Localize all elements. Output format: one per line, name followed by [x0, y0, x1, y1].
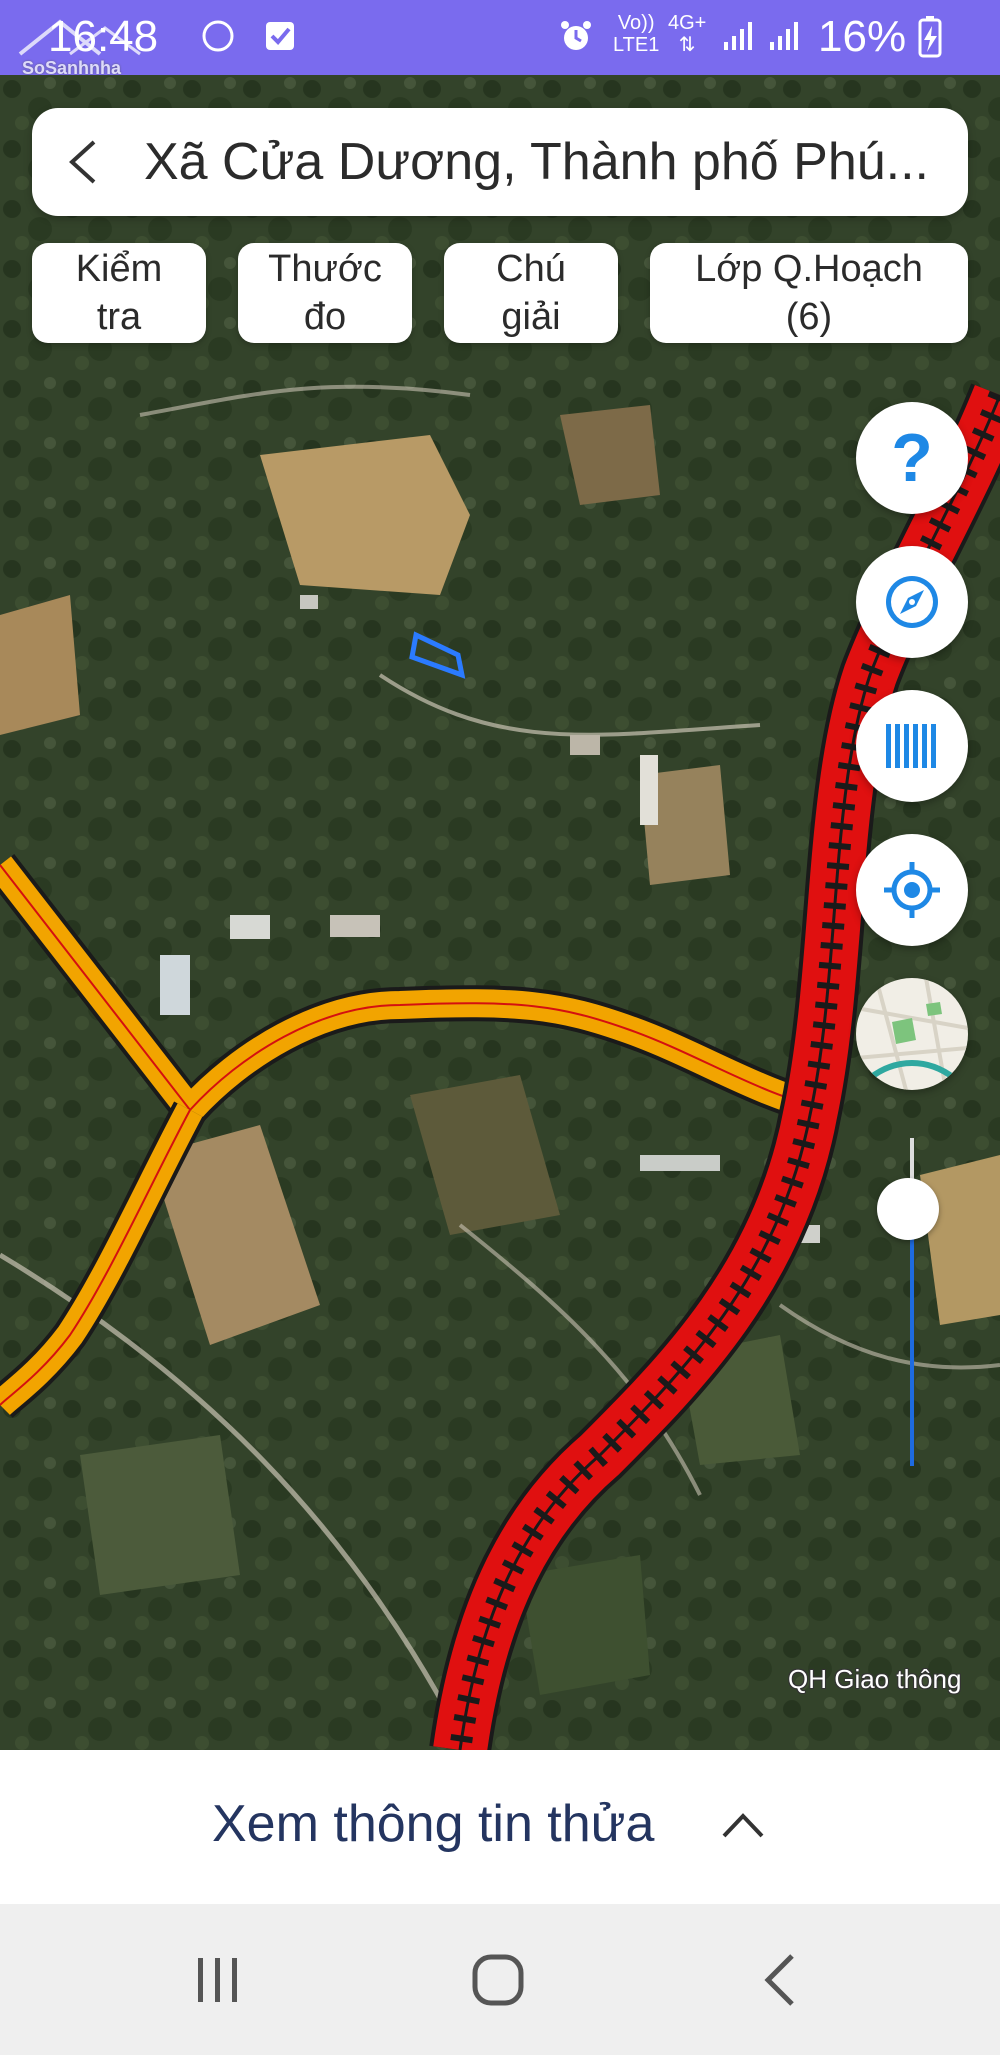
help-button[interactable]: ?	[856, 402, 968, 514]
location-title[interactable]: Xã Cửa Dương, Thành phố Phú...	[144, 108, 944, 216]
battery-charging-icon	[918, 16, 942, 58]
signal-icon-2	[770, 22, 798, 50]
ruler-button[interactable]: Thước đo	[238, 243, 412, 343]
zoom-slider-handle[interactable]	[877, 1178, 939, 1240]
planning-layers-button[interactable]: Lớp Q.Hoạch (6)	[650, 243, 968, 343]
my-location-button[interactable]	[856, 834, 968, 946]
circle-status-icon	[202, 20, 234, 52]
signal-icon-1	[724, 22, 752, 50]
planning-layers-label: Lớp Q.Hoạch (6)	[695, 248, 923, 338]
recent-apps-icon[interactable]	[188, 1950, 248, 2010]
network-type: 4G+	[668, 12, 707, 34]
legend-button-label: Chú giải	[496, 248, 566, 338]
barcode-icon	[886, 724, 936, 768]
carrier-line1: Vo))	[617, 12, 655, 34]
my-location-icon	[884, 862, 940, 918]
carrier-indicator: Vo)) LTE1	[613, 12, 659, 56]
compass-icon	[886, 576, 938, 628]
data-arrows-icon: ⇅	[678, 34, 696, 56]
map-layer-icon	[856, 978, 968, 1090]
system-nav-bar	[0, 1904, 1000, 2055]
check-button-label: Kiểm tra	[75, 248, 163, 338]
house-logo-icon	[18, 19, 141, 56]
compass-button[interactable]	[856, 546, 968, 658]
legend-button[interactable]: Chú giải	[444, 243, 618, 343]
home-icon[interactable]	[468, 1950, 528, 2010]
alarm-icon	[561, 21, 591, 50]
planning-overlay-label: QH Giao thông	[788, 1664, 962, 1694]
map-layer-button[interactable]	[856, 978, 968, 1090]
barcode-button[interactable]	[856, 690, 968, 802]
location-search-bar[interactable]: Xã Cửa Dương, Thành phố Phú...	[32, 108, 968, 216]
ruler-button-label: Thước đo	[268, 248, 382, 338]
network-indicator: 4G+ ⇅	[668, 12, 706, 56]
check-button[interactable]: Kiểm tra	[32, 243, 206, 343]
carrier-line2: LTE1	[613, 34, 660, 56]
battery-percent: 16%	[818, 12, 907, 61]
chevron-up-icon[interactable]	[718, 1800, 768, 1850]
parcel-info-label[interactable]: Xem thông tin thửa	[212, 1794, 654, 1854]
parcel-info-panel[interactable]: Xem thông tin thửa	[0, 1750, 1000, 1904]
back-arrow-icon[interactable]	[58, 134, 114, 190]
task-check-icon	[266, 22, 294, 50]
question-icon: ?	[891, 420, 933, 496]
back-icon[interactable]	[752, 1950, 812, 2010]
